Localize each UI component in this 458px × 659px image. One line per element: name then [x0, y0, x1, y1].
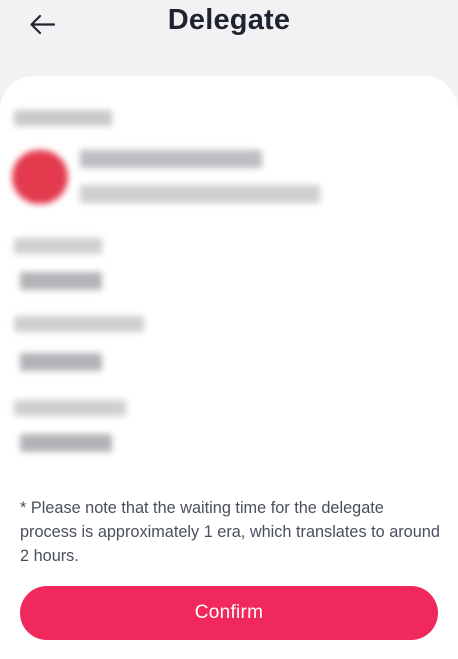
redacted-details: [0, 76, 458, 476]
redacted-field-value: [20, 272, 102, 290]
redacted-section-label: [14, 110, 112, 126]
validator-avatar-icon: [12, 150, 68, 204]
redacted-field-value: [20, 434, 112, 452]
redacted-validator-address: [80, 185, 320, 203]
redacted-field-label: [14, 238, 102, 254]
redacted-field-label: [14, 400, 126, 416]
page-title: Delegate: [167, 4, 291, 36]
waiting-time-note: * Please note that the waiting time for …: [20, 499, 440, 565]
header: Delegate: [0, 0, 458, 76]
confirm-button[interactable]: Confirm: [20, 586, 438, 640]
redacted-field-value: [20, 353, 102, 371]
redacted-field-label: [14, 316, 144, 332]
redacted-validator-name: [80, 150, 262, 168]
delegate-details-card: * Please note that the waiting time for …: [0, 76, 458, 659]
